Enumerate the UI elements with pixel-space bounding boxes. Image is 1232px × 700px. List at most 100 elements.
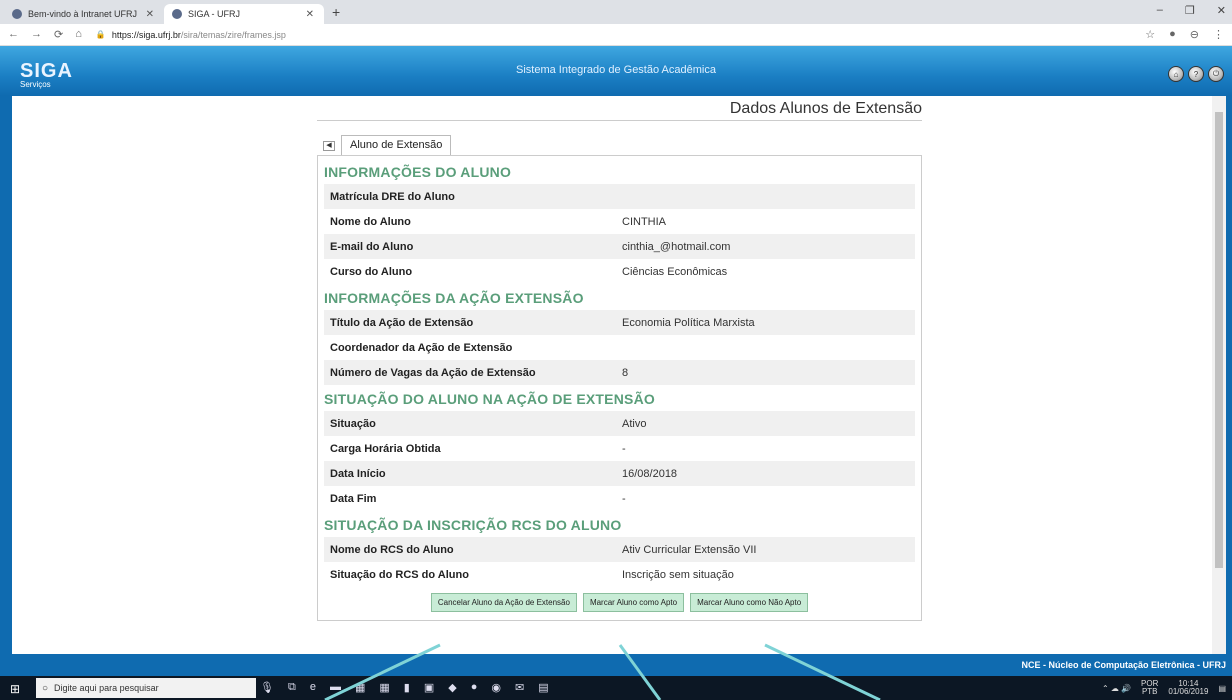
search-placeholder: Digite aqui para pesquisar <box>54 683 159 693</box>
address-bar-actions: ☆ ● ⊖ ⋮ <box>1145 28 1224 41</box>
help-icon[interactable]: ? <box>1188 66 1204 82</box>
field-value: Inscrição sem situação <box>622 568 734 581</box>
table-row: Nome do Aluno CINTHIA <box>324 209 915 234</box>
action-buttons: Cancelar Aluno da Ação de Extensão Marca… <box>324 587 915 612</box>
field-value: CINTHIA <box>622 215 666 228</box>
favicon-icon <box>172 9 182 19</box>
field-label: Curso do Aluno <box>330 265 413 278</box>
tab-strip: ◀ Aluno de Extensão <box>317 133 922 155</box>
lock-icon: 🔒 <box>95 30 106 39</box>
cancel-student-button[interactable]: Cancelar Aluno da Ação de Extensão <box>430 593 577 612</box>
field-label: Carga Horária Obtida <box>330 442 441 455</box>
siga-footer: NCE - Núcleo de Computação Eletrônica - … <box>0 656 1232 676</box>
app-icon[interactable]: ▦ <box>379 681 389 694</box>
details-panel: INFORMAÇÕES DO ALUNO Matrícula DRE do Al… <box>317 155 922 621</box>
field-label: Data Fim <box>330 492 377 505</box>
taskbar-apps: 🎙 ⧉ e ▬ ▦ ▦ ▮ ▣ ◆ ● ◉ ✉ ▤ <box>260 681 549 694</box>
app-icon[interactable]: ▤ <box>538 681 548 694</box>
firefox-icon[interactable]: ● <box>471 681 478 694</box>
mark-not-apt-button[interactable]: Marcar Aluno como Não Apto <box>690 593 809 612</box>
keyboard-layout: PTB <box>1141 687 1158 696</box>
language-indicator[interactable]: POR PTB <box>1141 680 1158 696</box>
back-icon[interactable]: ← <box>8 28 19 41</box>
table-row: Data Início 16/08/2018 <box>324 461 915 486</box>
tray-icons[interactable]: ⌃ ☁ 🔊 <box>1102 684 1131 693</box>
field-value: Ativo <box>622 417 647 430</box>
notifications-icon[interactable]: ▤ <box>1218 684 1226 693</box>
new-tab-button[interactable]: + <box>332 4 340 20</box>
browser-tab-intranet[interactable]: Bem-vindo à Intranet UFRJ | Intra ✕ <box>4 4 164 24</box>
edge-icon[interactable]: e <box>310 681 316 694</box>
nav-buttons: ← → ⟳ ⌂ <box>8 28 82 41</box>
browser-tab-siga[interactable]: SIGA - UFRJ ✕ <box>164 4 324 24</box>
extension-icon[interactable]: ● <box>1169 28 1176 41</box>
table-row: Matrícula DRE do Aluno <box>324 184 915 209</box>
table-row: Situação do RCS do Aluno Inscrição sem si… <box>324 562 915 587</box>
profile-icon[interactable]: ⊖ <box>1190 28 1199 41</box>
field-label: Coordenador da Ação de Extensão <box>330 341 513 354</box>
collapse-icon[interactable]: ◀ <box>323 141 335 151</box>
taskbar-search[interactable]: ○ Digite aqui para pesquisar <box>36 678 256 698</box>
url-field[interactable]: 🔒 https://siga.ufrj.br/sira/temas/zire/f… <box>96 30 286 40</box>
siga-header: SIGA Sistema Integrado de Gestão Acadêmi… <box>0 46 1232 96</box>
field-label: Nome do Aluno <box>330 215 411 228</box>
table-row: Nome do RCS do Aluno Ativ Curricular Exte… <box>324 537 915 562</box>
field-label: E-mail do Aluno <box>330 240 414 253</box>
cortana-icon: ○ <box>42 682 49 694</box>
scroll-thumb[interactable] <box>1215 112 1223 568</box>
reload-icon[interactable]: ⟳ <box>54 28 63 41</box>
start-icon[interactable]: ⊞ <box>10 682 20 696</box>
bookmark-star-icon[interactable]: ☆ <box>1145 28 1155 41</box>
close-tab-icon[interactable]: ✕ <box>306 9 314 20</box>
windows-taskbar: ⊞ ○ Digite aqui para pesquisar 🎙 ⧉ e ▬ ▦… <box>0 676 1232 700</box>
app-icon[interactable]: ▮ <box>404 681 410 694</box>
mark-apt-button[interactable]: Marcar Aluno como Apto <box>582 593 685 612</box>
maximize-icon[interactable]: ❐ <box>1185 4 1195 17</box>
explorer-icon[interactable]: ▬ <box>330 681 341 694</box>
section-heading: SITUAÇÃO DA INSCRIÇÃO RCS DO ALUNO <box>324 517 622 533</box>
logout-icon[interactable]: ⏻ <box>1208 66 1224 82</box>
table-row: Curso do Aluno Ciências Econômicas <box>324 259 915 284</box>
url-host: https://siga.ufrj.br <box>111 29 181 40</box>
table-row: Coordenador da Ação de Extensão <box>324 335 915 360</box>
page-title: Dados Alunos de Extensão <box>317 96 922 121</box>
microphone-icon[interactable]: 🎙 <box>260 681 274 694</box>
clock[interactable]: 10:14 01/06/2019 <box>1168 680 1208 696</box>
forward-icon[interactable]: → <box>31 28 42 41</box>
table-row: E-mail do Aluno cinthia_@hotmail.com <box>324 234 915 259</box>
tab-title: Bem-vindo à Intranet UFRJ | Intra <box>28 9 140 19</box>
field-value: - <box>622 492 626 505</box>
close-tab-icon[interactable]: ✕ <box>146 9 154 20</box>
task-view-icon[interactable]: ⧉ <box>288 681 296 694</box>
store-icon[interactable]: ▦ <box>355 681 365 694</box>
app-icon[interactable]: ▣ <box>424 681 434 694</box>
section-heading: INFORMAÇÕES DA AÇÃO EXTENSÃO <box>324 290 584 306</box>
app-icon[interactable]: ◆ <box>448 681 456 694</box>
field-label: Título da Ação de Extensão <box>330 316 474 329</box>
close-window-icon[interactable]: ✕ <box>1217 4 1226 17</box>
minimize-icon[interactable]: – <box>1157 4 1163 17</box>
favicon-icon <box>12 9 22 19</box>
table-row: Situação Ativo <box>324 411 915 436</box>
tab-aluno-extensao[interactable]: Aluno de Extensão <box>341 135 452 155</box>
home-icon[interactable]: ⌂ <box>75 28 82 41</box>
field-label: Situação do RCS do Aluno <box>330 568 469 581</box>
menu-icon[interactable]: ⋮ <box>1213 28 1224 41</box>
vertical-scrollbar[interactable] <box>1212 96 1226 654</box>
mail-icon[interactable]: ✉ <box>515 681 524 694</box>
home-icon[interactable]: ⌂ <box>1168 66 1184 82</box>
chrome-icon[interactable]: ◉ <box>491 681 501 694</box>
services-menu[interactable]: Serviços <box>20 80 51 89</box>
header-buttons: ⌂ ? ⏻ <box>1168 66 1224 82</box>
main-frame: Dados Alunos de Extensão ◀ Aluno de Exte… <box>0 96 1232 656</box>
field-value: cinthia_@hotmail.com <box>622 240 731 253</box>
field-value: Economia Política Marxista <box>622 316 755 329</box>
url-path: /sira/temas/zire/frames.jsp <box>180 29 286 40</box>
table-row: Data Fim - <box>324 486 915 511</box>
field-value: 8 <box>622 366 629 379</box>
section-heading: INFORMAÇÕES DO ALUNO <box>324 164 512 180</box>
field-value: - <box>622 442 626 455</box>
window-controls: – ❐ ✕ <box>1157 4 1226 17</box>
field-label: Nome do RCS do Aluno <box>330 543 454 556</box>
field-label: Matrícula DRE do Aluno <box>330 190 455 203</box>
